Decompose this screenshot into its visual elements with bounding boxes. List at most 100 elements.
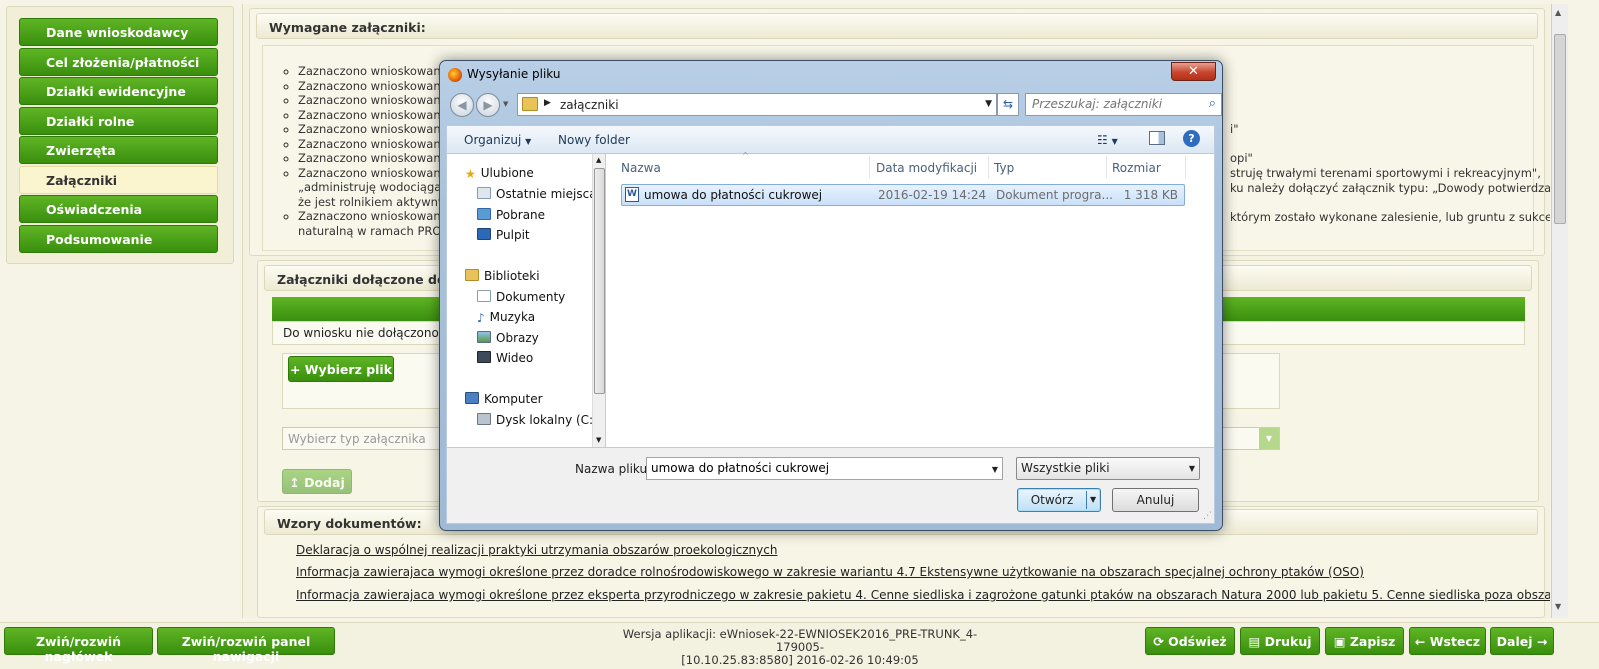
choose-file-button[interactable]: + Wybierz plik: [288, 356, 394, 382]
file-modified: 2016-02-19 14:24: [878, 188, 987, 202]
arrow-right-icon: →: [1532, 634, 1548, 649]
list-item-continuation: „administruję wodociągam: [298, 180, 453, 194]
search-input[interactable]: [1032, 97, 1196, 111]
tree-item-downloads[interactable]: Pobrane: [477, 208, 545, 222]
add-attachment-button[interactable]: ↥ Dodaj: [282, 469, 352, 494]
refresh-icon[interactable]: ⇆: [997, 93, 1019, 116]
file-row[interactable]: W umowa do płatności cukrowej 2016-02-19…: [621, 184, 1185, 206]
list-item: Zaznaczono wnioskowanie: [298, 93, 456, 108]
chevron-down-icon[interactable]: ▼: [992, 465, 998, 474]
cancel-button[interactable]: Anuluj: [1112, 488, 1199, 512]
chevron-down-icon[interactable]: ▼: [1090, 495, 1096, 504]
nav-dzialki-ewidencyjne[interactable]: Działki ewidencyjne: [19, 77, 218, 105]
list-item: Zaznaczono wnioskowanie: [298, 79, 456, 94]
music-icon: ♪: [477, 311, 485, 325]
search-field[interactable]: ⌕: [1025, 93, 1222, 116]
address-dropdown-icon[interactable]: ▼: [985, 99, 992, 109]
history-dropdown-icon[interactable]: ▼: [503, 100, 508, 108]
nav-dzialki-rolne[interactable]: Działki rolne: [19, 107, 218, 135]
required-text-fragment: ku należy dołączyć załącznik typu: „Dowo…: [1230, 181, 1550, 195]
required-text-fragment: i": [1230, 122, 1239, 136]
tree-item-recent[interactable]: Ostatnie miejsca: [477, 187, 597, 201]
chevron-down-icon[interactable]: ▼: [1259, 428, 1279, 449]
firefox-icon: [448, 68, 462, 82]
toggle-header-button[interactable]: Zwiń/rozwiń nagłówek: [4, 627, 153, 664]
template-link[interactable]: Deklaracja o wspólnej realizacji praktyk…: [296, 543, 777, 557]
preview-pane-icon[interactable]: [1149, 131, 1165, 145]
nav-cel-zlozenia[interactable]: Cel złożenia/płatności: [19, 48, 218, 76]
tree-item-desktop[interactable]: Pulpit: [477, 228, 530, 242]
file-type-filter[interactable]: Wszystkie pliki ▼: [1016, 457, 1200, 480]
close-icon[interactable]: ✕: [1171, 62, 1216, 81]
next-button[interactable]: Dalej →: [1490, 627, 1554, 655]
scroll-thumb[interactable]: [1554, 34, 1566, 224]
template-link[interactable]: Informacja zawierajaca wymogi określone …: [296, 565, 1364, 579]
page-scrollbar[interactable]: ▲ ▼: [1551, 4, 1568, 618]
open-button[interactable]: Otwórz ▼: [1017, 488, 1101, 512]
print-icon: ▤: [1248, 634, 1265, 649]
computer-icon: [465, 392, 479, 404]
chevron-right-icon[interactable]: ▶: [544, 98, 551, 108]
nav-zwierzeta[interactable]: Zwierzęta: [19, 136, 218, 164]
tree-item-computer[interactable]: Komputer: [465, 392, 543, 406]
nav-oswiadczenia[interactable]: Oświadczenia: [19, 195, 218, 223]
list-item-continuation: że jest rolnikiem aktywnym: [298, 194, 456, 209]
nav-dane-wnioskodawcy[interactable]: Dane wnioskodawcy: [19, 18, 218, 46]
view-options-icon[interactable]: ☷ ▼: [1097, 133, 1118, 147]
scroll-down-icon[interactable]: ▼: [596, 436, 601, 444]
tree-item-local-disk[interactable]: Dysk lokalny (C:): [477, 413, 598, 427]
list-item: Zaznaczono wnioskowanie: [298, 122, 456, 137]
forward-arrow-icon[interactable]: ▶: [476, 93, 500, 117]
column-size[interactable]: Rozmiar: [1112, 161, 1161, 175]
print-button[interactable]: ▤ Drukuj: [1240, 627, 1320, 655]
toggle-nav-button[interactable]: Zwiń/rozwiń panel nawigacji: [157, 627, 335, 664]
file-list: ^ Nazwa Data modyfikacji Typ Rozmiar W u…: [607, 151, 1215, 447]
filename-field[interactable]: ▼: [646, 457, 1003, 480]
tree-item-music[interactable]: ♪ Muzyka: [477, 310, 535, 325]
filename-input[interactable]: [651, 461, 981, 475]
nav-podsumowanie[interactable]: Podsumowanie: [19, 225, 218, 253]
downloads-icon: [477, 208, 491, 220]
scroll-up-icon[interactable]: ▲: [596, 156, 601, 164]
address-row: ◀ ▶ ▼ ▶ załączniki ▼ ⇆ ⌕: [448, 91, 1222, 121]
tree-item-libraries[interactable]: Biblioteki: [465, 269, 540, 283]
file-size: 1 318 KB: [1123, 188, 1178, 202]
address-path[interactable]: załączniki: [560, 98, 619, 112]
search-icon[interactable]: ⌕: [1209, 96, 1216, 111]
nav-zalaczniki[interactable]: Załączniki: [19, 166, 218, 194]
library-icon: [465, 269, 479, 281]
tree-item-pictures[interactable]: Obrazy: [477, 331, 539, 345]
resize-grip-icon[interactable]: ⋰: [1203, 511, 1212, 521]
help-icon[interactable]: ?: [1183, 130, 1200, 147]
video-icon: [477, 351, 491, 363]
folder-icon: [522, 97, 538, 111]
required-text-fragment: którym zostało wykonane zalesienie, lub …: [1230, 210, 1550, 224]
tree-item-documents[interactable]: Dokumenty: [477, 290, 565, 304]
tree-scroll-thumb[interactable]: [594, 168, 605, 394]
column-name[interactable]: Nazwa: [621, 161, 661, 175]
new-folder-button[interactable]: Nowy folder: [558, 133, 630, 147]
save-button[interactable]: ▣ Zapisz: [1325, 627, 1404, 655]
back-button[interactable]: ← Wstecz: [1409, 627, 1486, 655]
scroll-up-icon[interactable]: ▲: [1555, 8, 1561, 17]
file-name[interactable]: umowa do płatności cukrowej: [644, 188, 822, 202]
back-arrow-icon[interactable]: ◀: [450, 93, 474, 117]
required-text-fragment: opi": [1230, 151, 1253, 165]
tree-item-videos[interactable]: Wideo: [477, 351, 533, 365]
template-link[interactable]: Informacja zawierajaca wymogi określone …: [296, 588, 1550, 602]
scroll-down-icon[interactable]: ▼: [1555, 602, 1561, 611]
list-item: Zaznaczono wnioskowanie: [298, 209, 456, 224]
refresh-button[interactable]: ⟳ Odśwież: [1145, 627, 1235, 655]
refresh-icon: ⟳: [1153, 634, 1169, 649]
organize-button[interactable]: Organizuj ▼: [464, 133, 531, 147]
tree-item-favorites[interactable]: ★ Ulubione: [465, 166, 534, 181]
tree-scrollbar[interactable]: ▲ ▼: [592, 154, 606, 447]
list-item: Zaznaczono wnioskowanie: [298, 137, 456, 152]
address-bar[interactable]: ▶ załączniki ▼: [517, 93, 997, 116]
column-type[interactable]: Typ: [994, 161, 1014, 175]
desktop-icon: [477, 228, 491, 240]
list-item: Zaznaczono wnioskowanie: [298, 151, 456, 166]
star-icon: ★: [465, 167, 476, 181]
list-item: Zaznaczono wnioskowanie: [298, 166, 456, 181]
column-modified[interactable]: Data modyfikacji: [876, 161, 977, 175]
